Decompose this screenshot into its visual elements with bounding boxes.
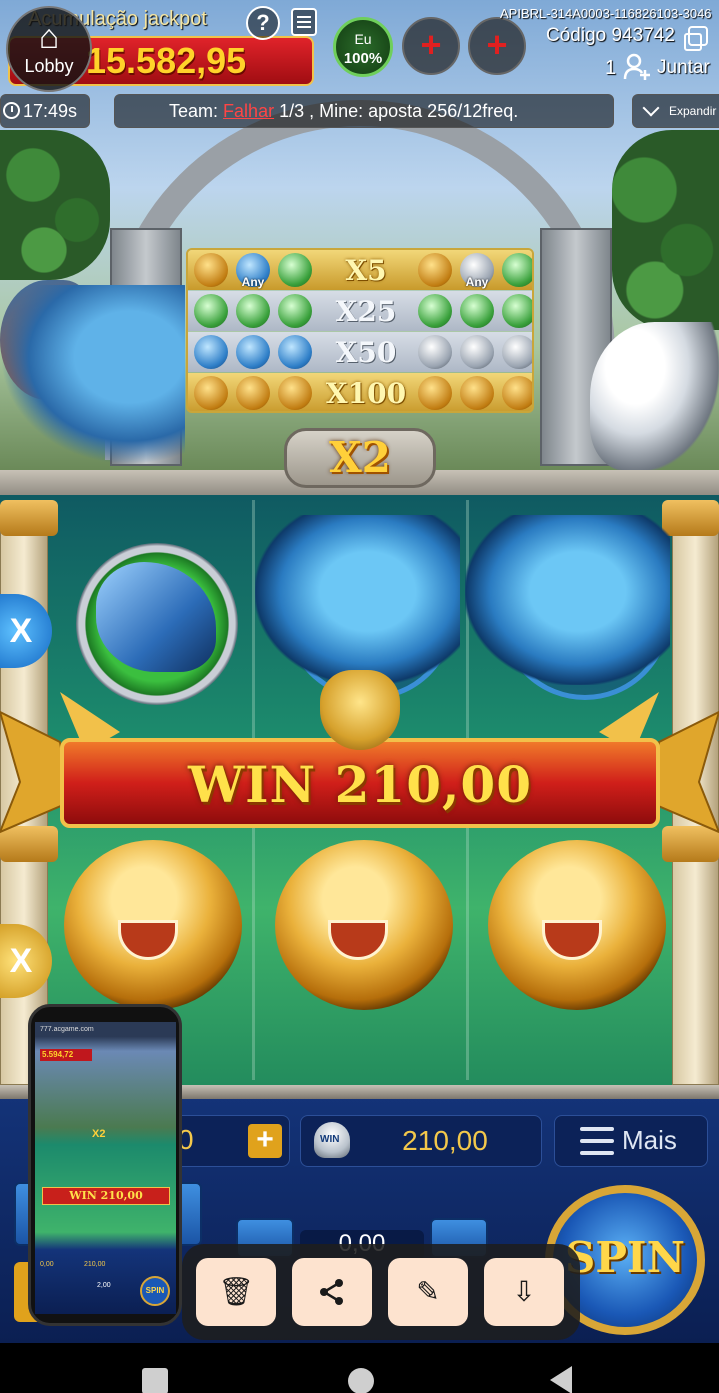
gold-tiger-icon — [460, 376, 494, 410]
player-seat-me[interactable]: Eu 100% — [333, 17, 393, 77]
team-status-bar: Team: Falhar 1/3 , Mine: aposta 256/12fr… — [114, 94, 614, 128]
dragon-crest-icon — [320, 670, 400, 750]
scroll-capture-button[interactable]: ⇩ — [484, 1258, 564, 1326]
trash-icon: 🗑 — [218, 1276, 254, 1307]
blue-dragon-symbol — [465, 515, 670, 685]
paw-icon — [502, 294, 532, 328]
thumbnail-bet: 0,00 — [40, 1261, 54, 1268]
claw-icon — [278, 253, 312, 287]
recents-icon[interactable] — [142, 1368, 168, 1393]
white-tiger-icon: Any — [460, 253, 494, 289]
paytable: Any X5 Any X25 X50 X100 — [186, 248, 534, 413]
paytable-row-x50: X50 — [188, 332, 532, 372]
column-capital — [662, 500, 719, 536]
claw-icon — [194, 294, 228, 328]
thumbnail-url: 777.acgame.com — [40, 1026, 94, 1033]
ivy-left — [0, 130, 110, 280]
thumbnail-win-banner: WIN 210,00 — [42, 1187, 170, 1205]
blue-dragon-icon — [194, 335, 228, 369]
help-button[interactable]: ? — [246, 6, 280, 40]
blue-dragon-icon — [278, 335, 312, 369]
expand-label: Expandir — [669, 104, 717, 118]
gold-dragon-icon — [278, 376, 312, 410]
white-tiger-art — [590, 322, 719, 472]
multiplier-value: X2 — [329, 433, 391, 482]
blue-dragon-icon — [236, 335, 270, 369]
timer-value: 17:49s — [23, 101, 78, 121]
add-seat-button[interactable]: + — [468, 17, 526, 75]
pencil-icon: ✎ — [416, 1276, 440, 1307]
any-label: Any — [241, 275, 265, 289]
blue-dragon-icon: Any — [236, 253, 270, 289]
menu-icon[interactable] — [291, 8, 317, 36]
gold-dragon-icon — [194, 376, 228, 410]
copy-icon[interactable] — [684, 26, 708, 51]
white-tiger-icon — [418, 335, 452, 369]
player-percent: 100% — [343, 50, 383, 67]
home-icon: ⌂ — [38, 18, 60, 56]
white-tiger-icon — [460, 335, 494, 369]
ivy-right — [612, 130, 719, 330]
players-count: 1 — [605, 57, 617, 79]
paw-icon — [418, 294, 452, 328]
multiplier-plate: X2 — [284, 428, 436, 488]
paw-icon — [460, 294, 494, 328]
lobby-label: Lobby — [24, 56, 74, 76]
more-label: Mais — [622, 1125, 677, 1155]
multiplier-label: X100 — [325, 376, 407, 410]
gold-tiger-icon — [418, 253, 452, 287]
team-status[interactable]: Falhar — [223, 101, 274, 121]
clock-icon — [3, 102, 20, 119]
thumbnail-jackpot: 5.594,72 — [40, 1049, 92, 1061]
api-code: APIBRL-314A0003-116826103-3046 — [500, 6, 712, 21]
multiplier-label: X5 — [345, 253, 387, 287]
player-name: Eu — [354, 31, 372, 47]
gold-dragon-icon — [236, 376, 270, 410]
multiplier-label: X25 — [335, 294, 397, 328]
edit-button[interactable]: ✎ — [388, 1258, 468, 1326]
thumbnail-spin: SPIN — [140, 1276, 170, 1306]
paytable-row-x5: Any X5 Any — [188, 250, 532, 290]
thumbnail-multiplier: X2 — [92, 1128, 106, 1140]
share-icon — [320, 1279, 343, 1305]
team-details: 1/3 , Mine: aposta 256/12freq. — [279, 101, 519, 121]
trophy-label: WIN — [320, 1134, 340, 1145]
team-prefix: Team: — [169, 101, 219, 121]
blue-dragon-symbol — [255, 515, 460, 685]
gold-tiger-icon — [502, 376, 532, 410]
paytable-row-x25: X25 — [188, 291, 532, 331]
add-user-icon[interactable] — [623, 53, 651, 81]
room-code: Código 943742 — [546, 25, 675, 46]
thumbnail-screen — [35, 1022, 176, 1314]
claw-icon — [236, 294, 270, 328]
gold-tiger-icon — [418, 376, 452, 410]
bet-increase-button[interactable]: + — [248, 1124, 282, 1158]
win-amount: WIN 210,00 — [187, 755, 532, 814]
gold-dragon-icon — [194, 253, 228, 287]
back-icon[interactable] — [550, 1366, 572, 1393]
home-nav-icon[interactable] — [348, 1368, 374, 1393]
join-button[interactable]: Juntar — [657, 57, 710, 79]
delete-button[interactable]: 🗑 — [196, 1258, 276, 1326]
win-value: 210,00 — [402, 1125, 488, 1156]
add-seat-button[interactable]: + — [402, 17, 460, 75]
scroll-capture-icon: ⇩ — [512, 1276, 536, 1307]
blue-dragon-art — [0, 285, 185, 465]
hamburger-icon — [580, 1127, 614, 1155]
any-label: Any — [465, 275, 489, 289]
screen: Any X5 Any X25 X50 X100 X2 Acumulação ja… — [0, 0, 719, 1393]
jackpot-value: 15.582,95 — [86, 40, 247, 81]
paytable-row-x100: X100 — [188, 373, 532, 411]
thumbnail-bet-amount: 2,00 — [97, 1282, 111, 1289]
white-tiger-icon — [502, 335, 532, 369]
paw-icon — [502, 253, 532, 287]
thumbnail-win: 210,00 — [84, 1261, 106, 1268]
lobby-button[interactable]: ⌂ Lobby — [6, 6, 92, 92]
multiplier-label: X50 — [335, 335, 397, 369]
column-capital — [0, 500, 58, 536]
claw-icon — [278, 294, 312, 328]
share-button[interactable] — [292, 1258, 372, 1326]
